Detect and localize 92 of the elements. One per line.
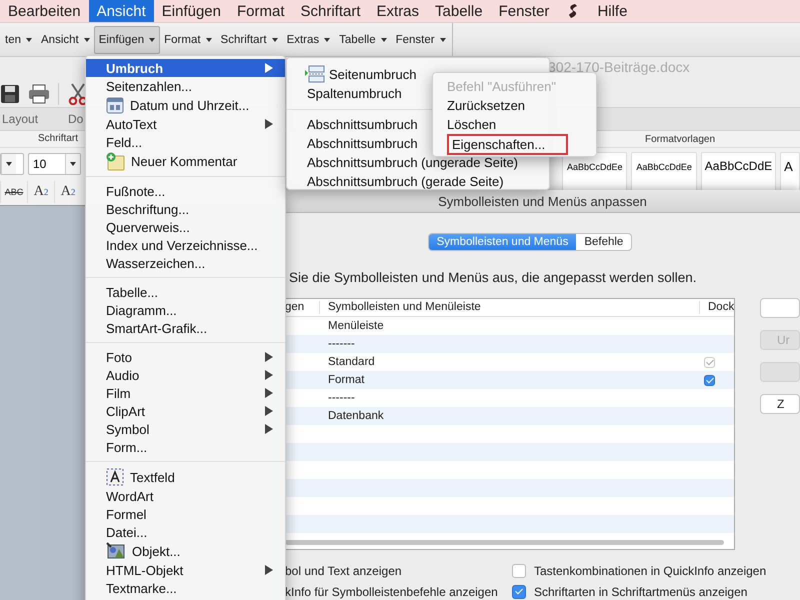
toolbar-menu-button[interactable]: Format xyxy=(159,26,217,54)
menu-item[interactable]: Extras xyxy=(368,0,428,22)
menu-item[interactable]: Index und Verzeichnisse... xyxy=(86,236,285,254)
object-icon xyxy=(106,542,126,560)
menu-item[interactable]: Foto xyxy=(86,348,285,366)
menu-item[interactable]: Umbruch xyxy=(86,59,285,77)
checkbox[interactable] xyxy=(512,564,526,578)
table-row[interactable]: Menüleiste xyxy=(285,317,734,335)
menu-item[interactable]: Datei... xyxy=(86,523,285,541)
toolbar-menu-button[interactable]: Schriftart xyxy=(216,26,283,54)
checkbox[interactable] xyxy=(512,584,526,598)
menu-item[interactable]: Zurücksetzen xyxy=(433,96,596,115)
toolbar-menu-button[interactable]: ten xyxy=(0,26,37,54)
font-name-field[interactable] xyxy=(0,152,24,175)
style-preview[interactable]: AaBbCcDdEe xyxy=(631,152,697,192)
menu-item[interactable]: HTML-Objekt xyxy=(86,561,285,579)
table-row[interactable]: ------- xyxy=(285,389,734,407)
menu-item[interactable]: Schriftart xyxy=(292,0,369,22)
menu-item[interactable]: Formel xyxy=(86,505,285,523)
table-cell[interactable]: Datenbank xyxy=(320,410,700,422)
menu-item[interactable]: WordArt xyxy=(86,487,285,505)
menu-item[interactable]: Feld... xyxy=(86,133,285,151)
menu-item[interactable]: Diagramm... xyxy=(86,301,285,319)
submenu-arrow-icon xyxy=(265,63,273,73)
instruction-text: Sie die Symbolleisten und Menüs aus, die angepasst werden sollen. xyxy=(289,270,698,287)
column-header[interactable]: Dock xyxy=(700,301,734,314)
menu-item[interactable]: Form... xyxy=(86,438,285,456)
comment-icon xyxy=(106,152,125,170)
menu-item[interactable]: Löschen xyxy=(433,115,596,134)
menu-item[interactable]: Datum und Uhrzeit... xyxy=(86,95,285,115)
menu-item[interactable]: Querverweis... xyxy=(86,218,285,236)
menu-item[interactable]: Hilfe xyxy=(589,0,636,22)
table-row[interactable]: Datenbank xyxy=(285,407,734,425)
format-button[interactable]: ABC xyxy=(0,181,27,204)
submenu-arrow-icon xyxy=(265,565,273,575)
font-size-field[interactable]: 10 xyxy=(28,152,81,175)
document-title: 302-170-Beiträge.docx xyxy=(548,59,690,75)
menu-item[interactable]: Objekt... xyxy=(86,541,285,561)
table-cell[interactable]: Standard xyxy=(320,356,700,368)
menu-item[interactable]: ClipArt xyxy=(86,402,285,420)
option-label: Schriftarten in Schriftartmenüs anzeigen xyxy=(534,584,748,598)
toolbar-menu-button[interactable]: Einfügen xyxy=(94,26,160,54)
menu-item[interactable]: Format xyxy=(228,0,292,22)
menu-item[interactable]: Neuer Kommentar xyxy=(86,151,285,171)
table-cell[interactable]: ------- xyxy=(320,338,700,350)
submenu-arrow-icon xyxy=(265,119,273,129)
menu-item[interactable]: Bearbeiten xyxy=(0,0,89,22)
menu-item[interactable]: Beschriftung... xyxy=(86,200,285,218)
checkbox[interactable] xyxy=(704,374,715,386)
calendar-icon xyxy=(106,96,124,114)
menu-item[interactable]: Audio xyxy=(86,366,285,384)
menu-item[interactable]: Tabelle xyxy=(427,0,491,22)
table-row[interactable]: Standard xyxy=(285,353,734,371)
toolbar-menu-button[interactable]: Ansicht xyxy=(36,26,95,54)
dialog-title: Symbolleisten und Menüs anpassen xyxy=(285,190,800,213)
menu-item[interactable]: Wasserzeichen... xyxy=(86,254,285,272)
table-cell[interactable]: ------- xyxy=(320,392,700,404)
menu-item[interactable]: Textfeld xyxy=(86,467,285,487)
table-cell[interactable]: Format xyxy=(320,374,700,386)
save-icon[interactable] xyxy=(0,84,20,104)
style-preview[interactable]: AaBbCcDdE xyxy=(700,152,776,192)
column-header[interactable]: Symbolleisten und Menüleiste xyxy=(320,301,700,314)
menu-item[interactable]: Textmarke... xyxy=(86,579,285,597)
menu-item[interactable]: Abschnittsumbruch (ungerade Seite) xyxy=(287,153,549,172)
style-preview[interactable]: A xyxy=(780,152,800,192)
ribbon-tab[interactable]: Layout xyxy=(0,112,68,126)
table-cell[interactable]: Menüleiste xyxy=(320,320,700,332)
menu-item[interactable]: Abschnittsumbruch (gerade Seite) xyxy=(287,172,549,189)
option-label: kInfo für Symbolleistenbefehle anzeigen xyxy=(285,584,498,598)
page-break-icon xyxy=(305,65,325,83)
menu-item[interactable]: SmartArt-Grafik... xyxy=(86,319,285,337)
menu-item[interactable]: Fußnote... xyxy=(86,182,285,200)
toolbar-menu-button[interactable]: Tabelle xyxy=(334,26,392,54)
text-box-icon xyxy=(106,468,124,486)
menu-item[interactable]: Symbol xyxy=(86,420,285,438)
menu-item[interactable]: Seitenzahlen... xyxy=(86,77,285,95)
dialog-button[interactable]: Z xyxy=(760,394,800,414)
menu-item[interactable]: Ansicht xyxy=(88,0,154,22)
menu-item[interactable]: Fenster xyxy=(490,0,558,22)
menu-item[interactable]: Film xyxy=(86,384,285,402)
menu-item[interactable]: Einfügen xyxy=(154,0,229,22)
option-label: Tastenkombinationen in QuickInfo anzeigen xyxy=(534,564,766,578)
menu-item[interactable]: Tabelle... xyxy=(86,283,285,301)
option-label: bol und Text anzeigen xyxy=(285,564,402,578)
table-row[interactable]: ------- xyxy=(285,335,734,353)
scrollbar[interactable] xyxy=(285,540,724,545)
table-row[interactable]: Format xyxy=(285,371,734,389)
toolbar-menu-button[interactable]: Fenster xyxy=(390,26,451,54)
print-icon[interactable] xyxy=(28,84,50,104)
menu-item[interactable]: AutoText xyxy=(86,115,285,133)
segment-tab[interactable]: Befehle xyxy=(576,234,632,250)
toolbar-menu-button[interactable]: Extras xyxy=(282,26,336,54)
